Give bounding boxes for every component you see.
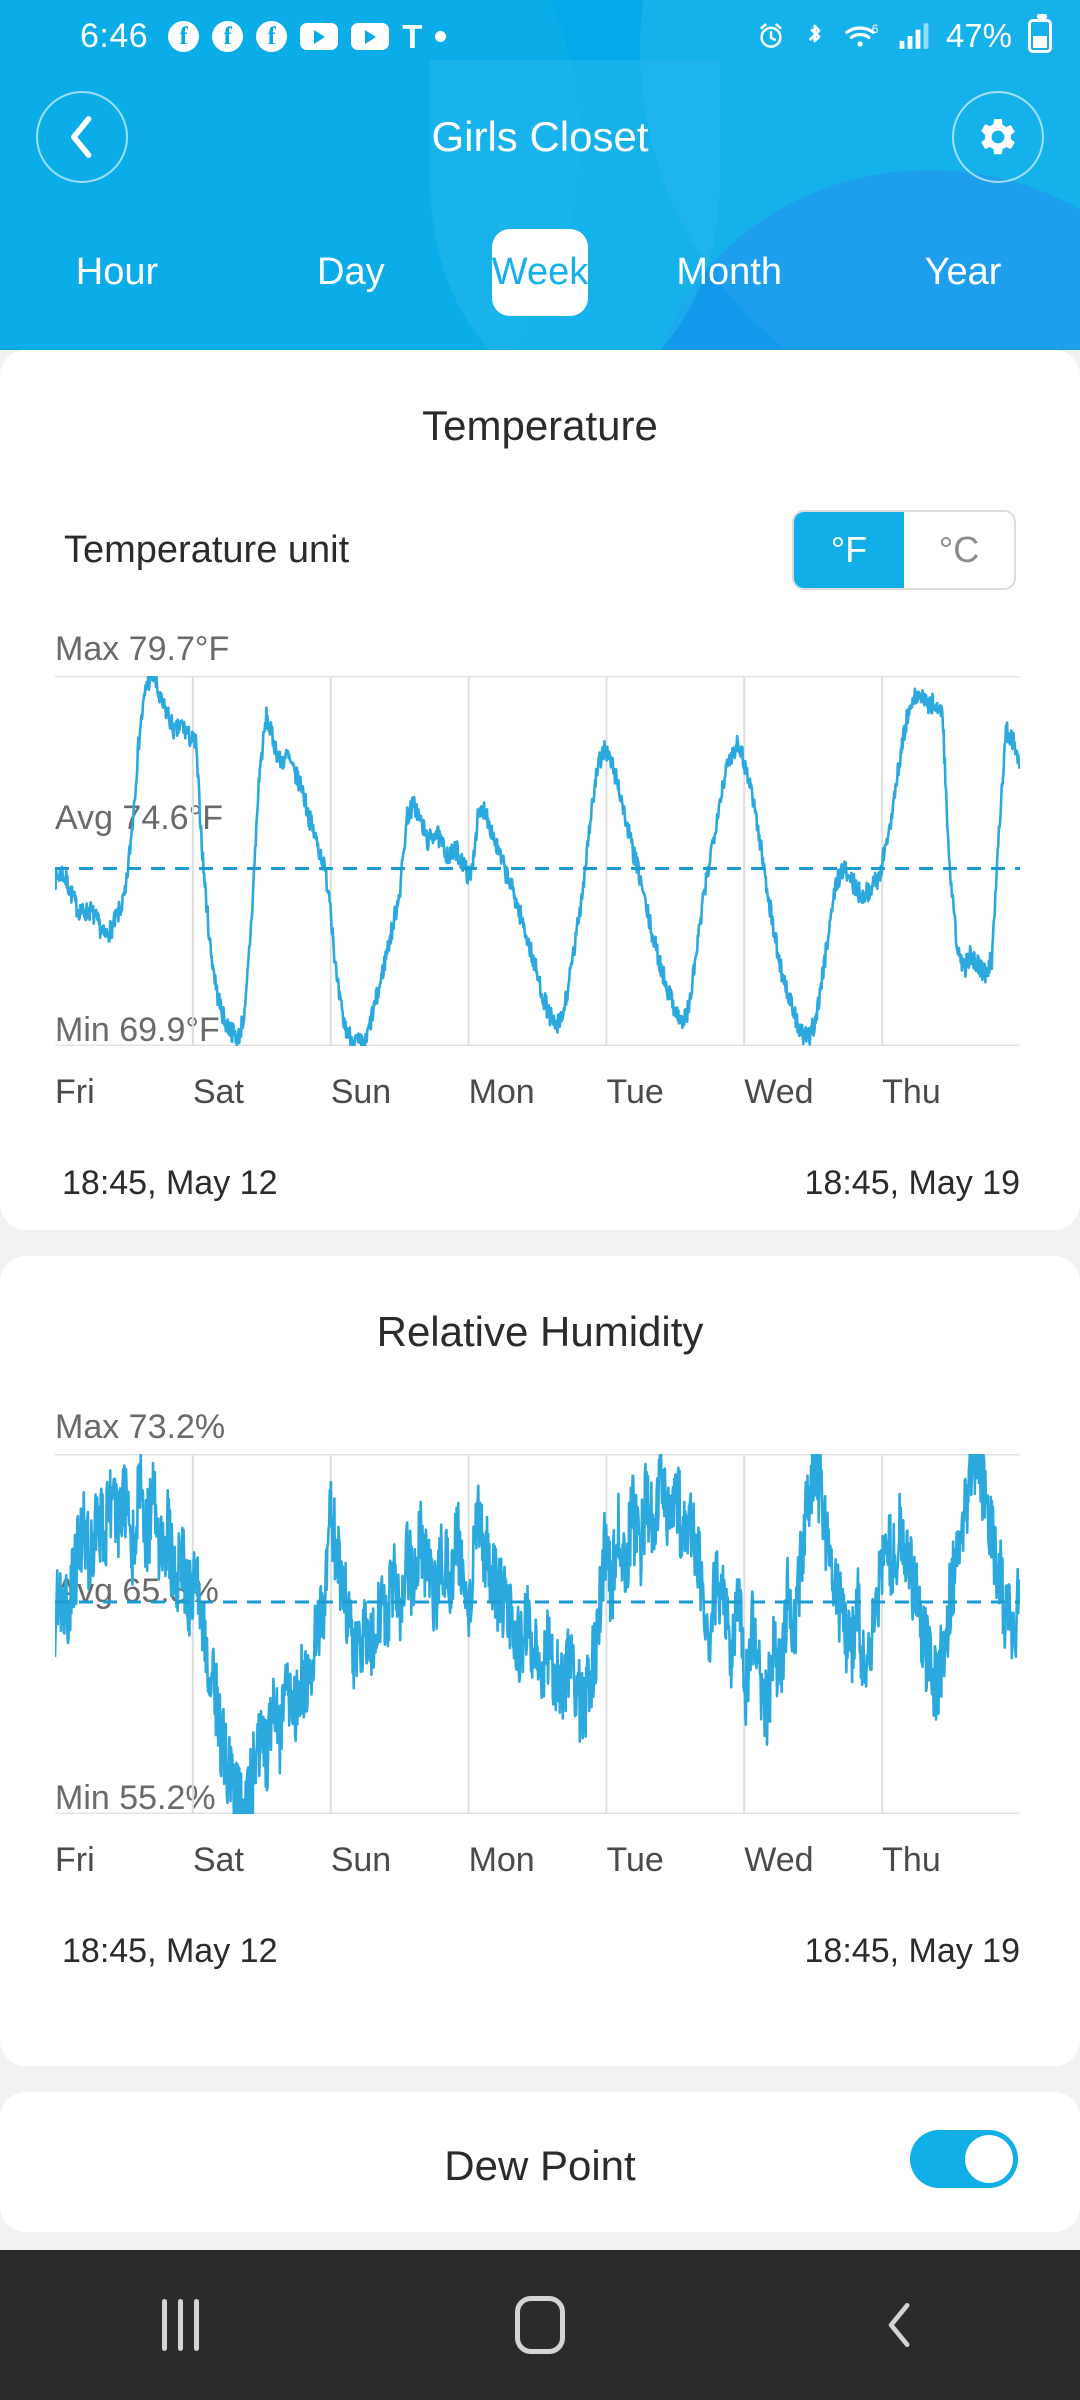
home-icon xyxy=(515,2296,565,2354)
temperature-card: Temperature Temperature unit °F °C Max 7… xyxy=(0,350,1080,1230)
x-tick-tue: Tue xyxy=(606,1073,664,1111)
x-tick-mon: Mon xyxy=(468,1073,535,1111)
battery-icon xyxy=(1028,14,1052,53)
status-bar: 6:46 f f f T 6 47% xyxy=(0,0,1080,72)
tab-week[interactable]: Week xyxy=(491,229,589,316)
temperature-end-time: 18:45, May 19 xyxy=(804,1164,1020,1202)
back-chevron-icon xyxy=(888,2303,910,2347)
temperature-chart[interactable]: Max 79.7°F Avg 74.6°F Min 69.9°F Fri Sat… xyxy=(0,630,1080,1111)
x-tick-sat: Sat xyxy=(192,1841,244,1879)
top-blue-area: 6:46 f f f T 6 47% Girls Closet Hour Day… xyxy=(0,0,1080,350)
tmobile-icon: T xyxy=(402,17,423,55)
facebook-icon: f xyxy=(212,20,244,52)
dot-icon xyxy=(435,30,447,42)
humidity-card: Relative Humidity Max 73.2% Avg 65.8% Mi… xyxy=(0,1256,1080,2066)
android-nav-bar xyxy=(0,2250,1080,2400)
dew-point-title: Dew Point xyxy=(444,2142,636,2189)
x-tick-fri: Fri xyxy=(55,1841,95,1879)
x-tick-wed: Wed xyxy=(744,1841,814,1879)
back-button[interactable] xyxy=(36,91,128,183)
svg-text:6: 6 xyxy=(872,23,879,36)
temperature-date-range: 18:45, May 12 18:45, May 19 xyxy=(0,1164,1080,1203)
temperature-x-axis: Fri Sat Sun Mon Tue Wed Thu xyxy=(55,1073,1020,1112)
x-tick-thu: Thu xyxy=(882,1841,941,1879)
humidity-date-range: 18:45, May 12 18:45, May 19 xyxy=(0,1932,1080,1971)
humidity-end-time: 18:45, May 19 xyxy=(804,1932,1020,1970)
temperature-unit-label: Temperature unit xyxy=(64,528,350,571)
temperature-series-svg xyxy=(55,676,1020,1046)
temperature-plot-area xyxy=(55,676,1020,1046)
x-tick-wed: Wed xyxy=(744,1073,814,1111)
x-tick-sat: Sat xyxy=(192,1073,244,1111)
status-notification-icons: f f f T xyxy=(168,17,447,55)
humidity-title: Relative Humidity xyxy=(376,1308,704,1355)
recents-icon xyxy=(161,2299,199,2351)
nav-back-button[interactable] xyxy=(720,2300,1080,2350)
signal-icon xyxy=(899,23,929,49)
x-tick-mon: Mon xyxy=(468,1841,535,1879)
bluetooth-icon xyxy=(808,24,821,43)
tab-month[interactable]: Month xyxy=(612,251,846,294)
tab-day[interactable]: Day xyxy=(234,251,468,294)
temperature-unit-row: Temperature unit °F °C xyxy=(0,450,1080,590)
unit-option-fahrenheit[interactable]: °F xyxy=(794,512,904,588)
youtube-icon xyxy=(300,22,339,50)
chevron-left-icon xyxy=(70,116,92,158)
x-tick-sun: Sun xyxy=(330,1073,392,1111)
x-tick-sun: Sun xyxy=(330,1841,392,1879)
humidity-start-time: 18:45, May 12 xyxy=(62,1932,278,1970)
alarm-icon xyxy=(760,23,782,48)
gear-icon xyxy=(981,119,1015,155)
facebook-icon: f xyxy=(256,20,288,52)
temperature-unit-toggle[interactable]: °F °C xyxy=(792,510,1016,590)
humidity-plot-area xyxy=(55,1454,1020,1814)
temperature-start-time: 18:45, May 12 xyxy=(62,1164,278,1202)
temperature-max-label: Max 79.7°F xyxy=(55,630,230,668)
recents-button[interactable] xyxy=(0,2299,360,2351)
scroll-content[interactable]: Temperature Temperature unit °F °C Max 7… xyxy=(0,350,1080,2250)
dew-point-card: Dew Point xyxy=(0,2092,1080,2232)
time-range-tabs[interactable]: Hour Day Week Month Year xyxy=(0,210,1080,335)
tab-week-label: Week xyxy=(491,251,589,293)
app-header: Girls Closet xyxy=(0,72,1080,202)
settings-button[interactable] xyxy=(952,91,1044,183)
dew-point-toggle[interactable] xyxy=(910,2130,1018,2188)
youtube-icon xyxy=(351,22,390,50)
status-time: 6:46 xyxy=(80,16,149,55)
temperature-title: Temperature xyxy=(422,402,658,449)
humidity-max-label: Max 73.2% xyxy=(55,1408,226,1446)
home-button[interactable] xyxy=(360,2296,720,2354)
unit-option-celsius[interactable]: °C xyxy=(904,512,1014,588)
x-tick-thu: Thu xyxy=(882,1073,941,1111)
status-system-icons: 6 47% xyxy=(756,14,1052,55)
humidity-x-axis: Fri Sat Sun Mon Tue Wed Thu xyxy=(55,1841,1020,1880)
wifi-icon: 6 xyxy=(845,23,879,47)
facebook-icon: f xyxy=(168,20,200,52)
tab-year[interactable]: Year xyxy=(846,251,1080,294)
humidity-chart[interactable]: Max 73.2% Avg 65.8% Min 55.2% Fri Sat Su… xyxy=(0,1408,1080,1879)
humidity-series-svg xyxy=(55,1454,1020,1814)
dew-point-row: Dew Point xyxy=(0,2092,1080,2190)
x-tick-fri: Fri xyxy=(55,1073,95,1111)
x-tick-tue: Tue xyxy=(606,1841,664,1879)
battery-percent: 47% xyxy=(945,17,1012,54)
tab-hour[interactable]: Hour xyxy=(0,251,234,294)
page-title: Girls Closet xyxy=(431,113,649,160)
